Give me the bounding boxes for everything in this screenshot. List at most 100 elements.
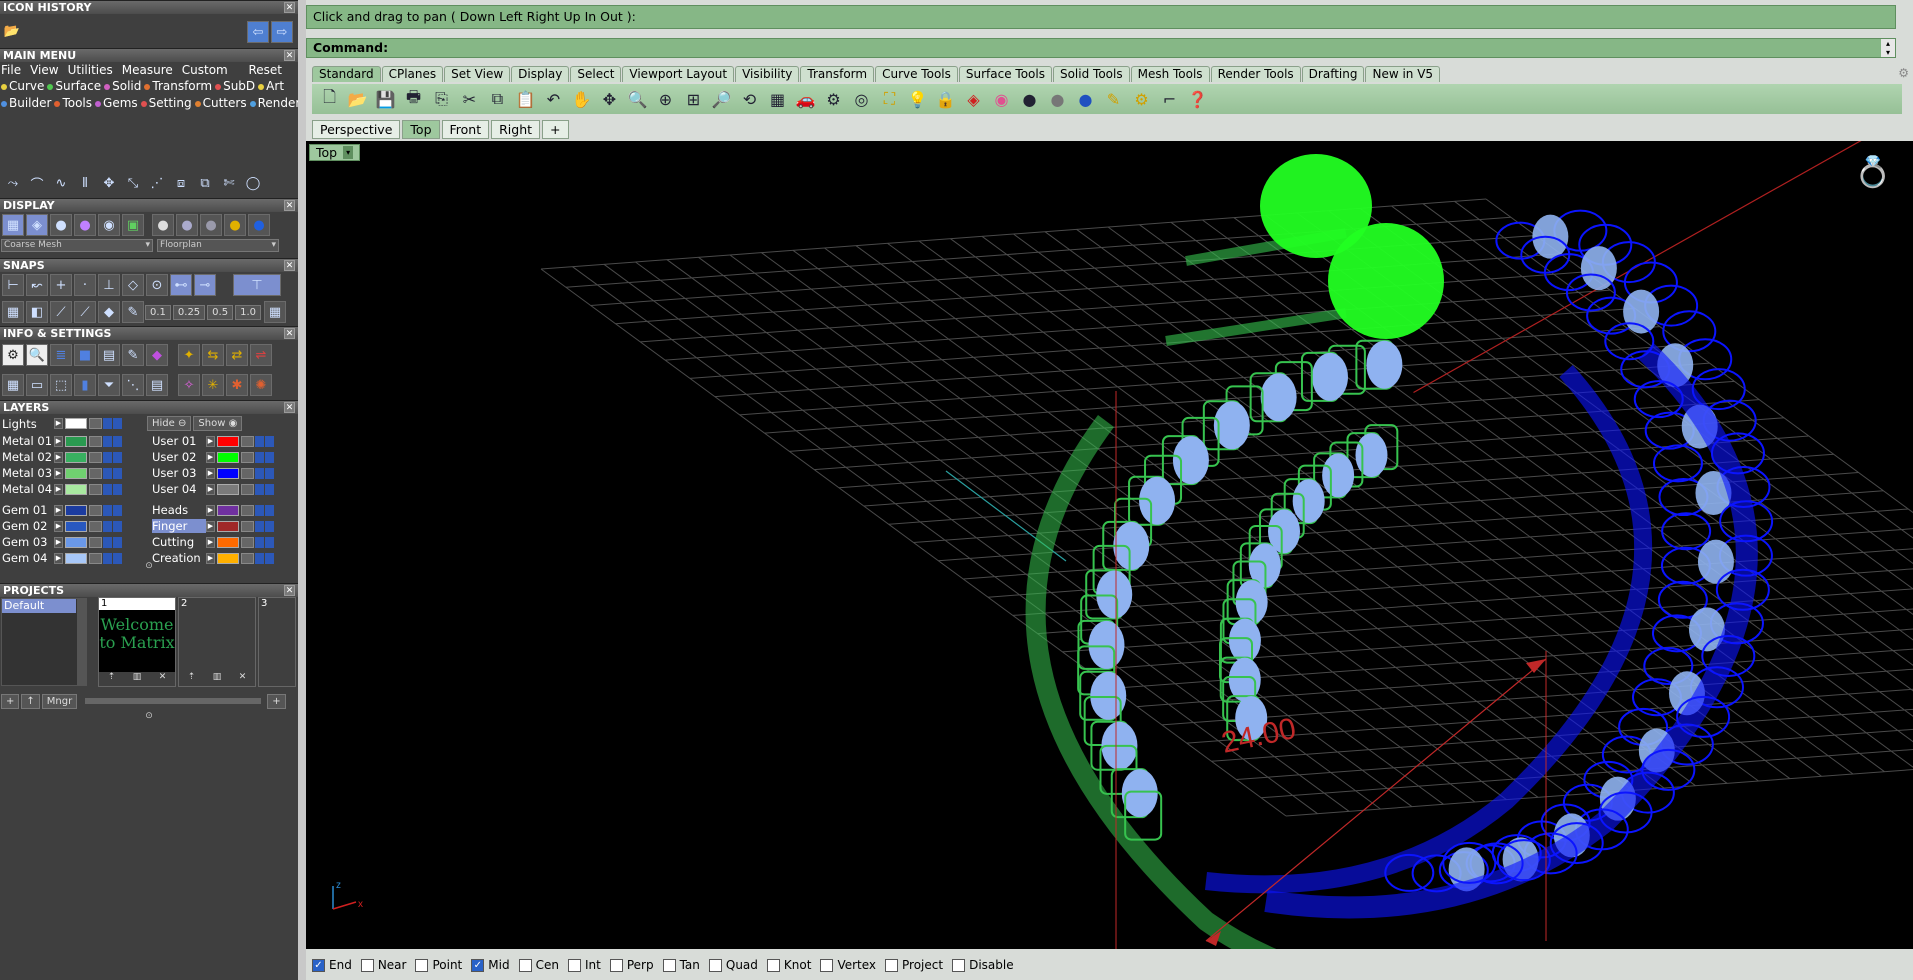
project-list[interactable]: Default (1, 598, 87, 686)
lock-icon[interactable] (89, 435, 102, 447)
points-icon[interactable]: ⋱ (122, 374, 144, 396)
tool-b-icon[interactable]: ⇆ (202, 344, 224, 366)
arrow-right-icon[interactable]: ▶ (206, 552, 215, 564)
circle-tool-icon[interactable]: ◯ (242, 172, 264, 194)
arrow-right-icon[interactable]: ▶ (206, 451, 215, 463)
paste-icon[interactable]: 📋 (512, 86, 539, 112)
tab-surface-tools[interactable]: Surface Tools (958, 66, 1052, 82)
render-toggle[interactable] (113, 435, 122, 447)
grid-snap-icon[interactable]: ▦ (2, 301, 24, 323)
copy-icon[interactable]: ⧉ (484, 86, 511, 112)
layer-color-swatch[interactable] (217, 435, 239, 447)
menu-subd[interactable]: SubD (215, 79, 255, 93)
zoom-window-icon[interactable]: ⊕ (652, 86, 679, 112)
snap-end-icon[interactable]: ⊢ (2, 274, 24, 296)
render-mode-icon[interactable]: ● (74, 214, 96, 236)
panel-splitter[interactable] (298, 0, 306, 980)
search-icon[interactable]: 🔍 (26, 344, 48, 366)
layer-row[interactable]: Gem 01 ▶ (2, 502, 148, 518)
visibility-toggle[interactable] (255, 552, 264, 564)
close-icon[interactable]: ✕ (284, 585, 295, 596)
osnap-point[interactable]: Point (415, 958, 462, 972)
render-toggle[interactable] (113, 504, 122, 516)
layer-stack-icon[interactable]: ≣ (50, 344, 72, 366)
wireframe-mode-icon[interactable]: ▦ (2, 214, 24, 236)
visibility-toggle[interactable] (103, 451, 112, 463)
shaded-sphere-icon[interactable]: ● (1016, 86, 1043, 112)
layer-row[interactable]: Metal 01 ▶ (2, 433, 148, 449)
close-icon[interactable]: ✕ (284, 2, 295, 13)
menu-solid[interactable]: Solid (104, 79, 141, 93)
checkbox[interactable] (360, 958, 374, 972)
checkbox[interactable]: ✓ (312, 958, 325, 972)
car-icon[interactable]: 🚗 (792, 86, 819, 112)
checkbox[interactable] (567, 958, 581, 972)
layer-row[interactable]: User 02 ▶ (152, 449, 298, 465)
upload-icon[interactable]: ⇡ (108, 672, 116, 686)
open-file-icon[interactable]: 📂 (344, 86, 371, 112)
lock-icon[interactable] (241, 552, 254, 564)
diamond-icon[interactable]: ◆ (98, 301, 120, 323)
lock-icon[interactable] (89, 520, 102, 532)
lock-icon[interactable] (89, 483, 102, 495)
arrow-right-icon[interactable]: ▶ (206, 467, 215, 479)
render-toggle[interactable] (265, 451, 274, 463)
osnap-project[interactable]: Project (885, 958, 943, 972)
close-icon[interactable]: ✕ (284, 402, 295, 413)
move-tool-icon[interactable]: ✥ (98, 172, 120, 194)
render-toggle[interactable] (265, 520, 274, 532)
render-sphere-icon[interactable]: ● (1044, 86, 1071, 112)
osnap-near[interactable]: Near (360, 958, 406, 972)
chevron-down-icon[interactable]: ▾ (343, 146, 354, 159)
env-3-icon[interactable]: ● (200, 214, 222, 236)
close-icon[interactable]: ✕ (284, 200, 295, 211)
tool-f-icon[interactable]: ✳ (202, 374, 224, 396)
layer-row[interactable]: Metal 03 ▶ (2, 465, 148, 481)
projects-expand-icon[interactable]: ⊙ (0, 711, 298, 723)
lights-swatch[interactable] (65, 418, 87, 429)
menu-view[interactable]: View (30, 63, 58, 77)
upload-icon[interactable]: ⇡ (188, 672, 196, 686)
box-icon[interactable]: ⬚ (50, 374, 72, 396)
visibility-toggle[interactable] (255, 435, 264, 447)
spline-tool-icon[interactable]: ∿ (50, 172, 72, 194)
cylinder-icon[interactable]: ▮ (74, 374, 96, 396)
layer-color-swatch[interactable] (217, 520, 239, 532)
lock-icon[interactable] (89, 504, 102, 516)
delete-icon[interactable]: ✕ (159, 672, 167, 686)
layer-color-swatch[interactable] (65, 552, 87, 564)
snap-center-icon[interactable]: ⊙ (146, 274, 168, 296)
render-toggle[interactable] (113, 451, 122, 463)
add-viewport-icon[interactable]: + (542, 120, 569, 139)
layer-row[interactable]: Metal 04 ▶ (2, 481, 148, 497)
new-file-icon[interactable]: 🗋 (316, 86, 343, 112)
layer-mode-icon[interactable]: ▣ (122, 214, 144, 236)
menu-tools[interactable]: Tools (54, 96, 92, 110)
extrude-tool-icon[interactable]: ⫴ (74, 172, 96, 194)
visibility-toggle[interactable] (103, 520, 112, 532)
visibility-toggle[interactable] (103, 552, 112, 564)
project-list-scrollbar[interactable] (77, 599, 86, 685)
render-toggle[interactable] (265, 504, 274, 516)
manager-button[interactable]: Mngr (41, 693, 78, 709)
edit-icon[interactable]: ✎ (122, 344, 144, 366)
env-2-icon[interactable]: ● (176, 214, 198, 236)
checkbox[interactable] (708, 958, 722, 972)
mirror-tool-icon[interactable]: ⧈ (170, 172, 192, 194)
light-bulb-icon[interactable]: 💡 (904, 86, 931, 112)
menu-curve[interactable]: Curve (1, 79, 44, 93)
tab-curve-tools[interactable]: Curve Tools (875, 66, 958, 82)
menu-builder[interactable]: Builder (1, 96, 51, 110)
zoom-selected-icon[interactable]: 🔎 (708, 86, 735, 112)
save-icon[interactable]: ▥ (133, 672, 142, 686)
snap-quad-icon[interactable]: ◇ (122, 274, 144, 296)
ghost-mode-icon[interactable]: ◈ (26, 214, 48, 236)
checkbox[interactable] (415, 958, 429, 972)
layers-icon[interactable]: ◈ (960, 86, 987, 112)
show-all-button[interactable]: Show ◉ (193, 416, 243, 431)
layer-row[interactable]: User 04 ▶ (152, 481, 298, 497)
layer-row[interactable]: Metal 02 ▶ (2, 449, 148, 465)
layer-color-swatch[interactable] (217, 504, 239, 516)
tab-visibility[interactable]: Visibility (735, 66, 800, 82)
osnap-perp[interactable]: Perp (609, 958, 654, 972)
